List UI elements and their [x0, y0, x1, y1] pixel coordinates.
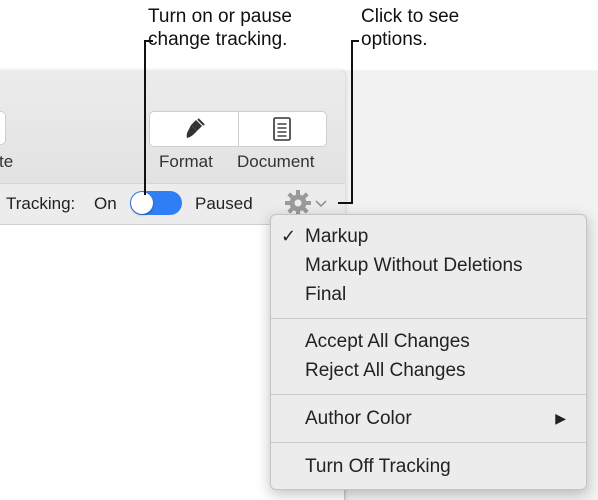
screenshot-stage: Turn on or pause change tracking. Click …: [0, 0, 598, 500]
submenu-arrow-icon: ▶: [555, 410, 566, 426]
toolbar-left-button-label: te: [0, 152, 14, 171]
menu-separator: [271, 442, 586, 443]
menu-separator: [271, 318, 586, 319]
menu-item-turn-off-tracking[interactable]: Turn Off Tracking: [271, 452, 586, 481]
menu-item-label: Accept All Changes: [305, 331, 470, 352]
format-document-segment: [149, 111, 327, 147]
format-label: Format: [159, 152, 213, 171]
menu-item-markup-without-deletions[interactable]: Markup Without Deletions: [271, 251, 586, 280]
options-callout-tick-bottom: [338, 202, 353, 204]
tracking-label: Tracking:: [6, 194, 76, 213]
checkmark-icon: ✓: [281, 226, 297, 246]
tracking-paused-label: Paused: [195, 194, 253, 213]
toggle-callout: Turn on or pause change tracking.: [148, 5, 292, 51]
menu-separator: [271, 394, 586, 395]
toggle-callout-line2: change tracking.: [148, 29, 288, 50]
menu-item-label: Reject All Changes: [305, 360, 466, 381]
toggle-callout-line1: Turn on or pause: [148, 6, 292, 27]
menu-item-markup[interactable]: ✓ Markup: [271, 222, 586, 251]
menu-item-label: Author Color: [305, 408, 412, 429]
options-callout-line1: Click to see: [361, 6, 460, 27]
toolbar: te Format Document: [0, 70, 345, 183]
toggle-callout-line: [144, 40, 146, 195]
menu-item-label: Final: [305, 284, 347, 305]
menu-item-label: Markup: [305, 226, 369, 247]
format-button[interactable]: [150, 112, 238, 146]
document-icon: [273, 117, 292, 141]
options-callout-tick-top: [351, 40, 359, 42]
options-callout-line2: options.: [361, 29, 428, 50]
chevron-down-icon: [315, 200, 327, 208]
tracking-options-menu: ✓ Markup Markup Without Deletions Final …: [270, 214, 587, 490]
options-callout-line: [351, 40, 353, 203]
options-callout: Click to see options.: [361, 5, 459, 51]
document-button[interactable]: [237, 112, 327, 146]
menu-item-label: Turn Off Tracking: [305, 456, 451, 477]
tracking-on-label: On: [94, 194, 117, 213]
toggle-knob[interactable]: [131, 192, 153, 214]
menu-item-author-color[interactable]: Author Color ▶: [271, 404, 586, 433]
tracking-options-button[interactable]: [284, 189, 334, 217]
gear-icon: [285, 190, 311, 216]
menu-item-accept-all-changes[interactable]: Accept All Changes: [271, 327, 586, 356]
menu-item-reject-all-changes[interactable]: Reject All Changes: [271, 356, 586, 385]
paintbrush-icon: [186, 118, 205, 138]
toolbar-left-button[interactable]: [0, 111, 6, 145]
toggle-callout-tick: [144, 40, 153, 42]
document-label: Document: [237, 152, 315, 171]
menu-item-label: Markup Without Deletions: [305, 255, 523, 276]
menu-item-final[interactable]: Final: [271, 280, 586, 309]
tracking-toggle[interactable]: [130, 191, 182, 215]
